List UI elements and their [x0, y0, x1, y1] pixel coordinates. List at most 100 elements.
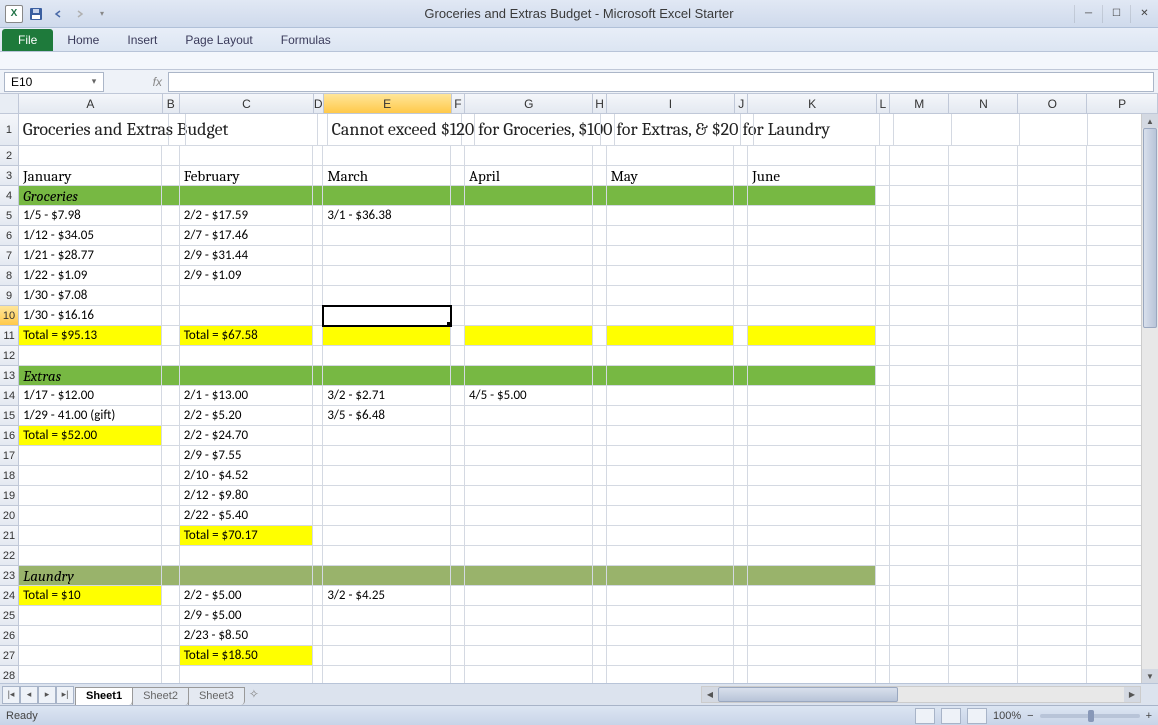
cell-O8[interactable] [1018, 266, 1087, 286]
cell-M27[interactable] [890, 646, 949, 666]
cell-L6[interactable] [876, 226, 890, 246]
cell-A13[interactable]: Extras [19, 366, 162, 386]
cell-H19[interactable] [593, 486, 607, 506]
cell-J23[interactable] [734, 566, 748, 586]
cell-D4[interactable] [313, 186, 323, 206]
cell-J20[interactable] [734, 506, 748, 526]
scroll-down-icon[interactable]: ▼ [1142, 669, 1158, 683]
cell-B25[interactable] [162, 606, 180, 626]
cell-C22[interactable] [180, 546, 314, 566]
cell-C4[interactable] [180, 186, 314, 206]
cell-G13[interactable] [465, 366, 593, 386]
cell-H11[interactable] [593, 326, 607, 346]
cell-F1[interactable] [462, 114, 476, 146]
cell-L11[interactable] [876, 326, 890, 346]
cell-A24[interactable]: Total = $10 [19, 586, 162, 606]
cell-M17[interactable] [890, 446, 949, 466]
cell-F19[interactable] [451, 486, 465, 506]
cell-F14[interactable] [451, 386, 465, 406]
row-header-12[interactable]: 12 [0, 346, 19, 366]
scroll-up-icon[interactable]: ▲ [1142, 114, 1158, 128]
cell-G25[interactable] [465, 606, 593, 626]
cell-M23[interactable] [890, 566, 949, 586]
cell-G7[interactable] [465, 246, 593, 266]
row-header-10[interactable]: 10 [0, 306, 19, 326]
cell-L1[interactable] [880, 114, 894, 146]
cell-K2[interactable] [748, 146, 876, 166]
cell-J21[interactable] [734, 526, 748, 546]
cell-D9[interactable] [313, 286, 323, 306]
col-header-P[interactable]: P [1087, 94, 1158, 113]
row-header-3[interactable]: 3 [0, 166, 19, 186]
cell-A7[interactable]: 1/21 - $28.77 [19, 246, 162, 266]
cell-G20[interactable] [465, 506, 593, 526]
cell-A6[interactable]: 1/12 - $34.05 [19, 226, 162, 246]
cell-E1[interactable]: Cannot exceed $120 for Groceries, $100 f… [328, 114, 462, 146]
cell-M15[interactable] [890, 406, 949, 426]
cell-E6[interactable] [323, 226, 451, 246]
cell-O25[interactable] [1018, 606, 1087, 626]
cell-D19[interactable] [313, 486, 323, 506]
row-header-1[interactable]: 1 [0, 114, 19, 146]
cell-K8[interactable] [748, 266, 876, 286]
cell-B13[interactable] [162, 366, 180, 386]
cell-N28[interactable] [949, 666, 1018, 683]
cell-A22[interactable] [19, 546, 162, 566]
cell-M16[interactable] [890, 426, 949, 446]
cell-H24[interactable] [593, 586, 607, 606]
cell-B8[interactable] [162, 266, 180, 286]
view-pagebreak-icon[interactable] [967, 708, 987, 724]
cell-B28[interactable] [162, 666, 180, 683]
row-header-16[interactable]: 16 [0, 426, 19, 446]
cell-M21[interactable] [890, 526, 949, 546]
cell-M4[interactable] [890, 186, 949, 206]
name-box[interactable]: E10 ▾ [4, 72, 104, 92]
cell-H14[interactable] [593, 386, 607, 406]
cell-F21[interactable] [451, 526, 465, 546]
cell-N7[interactable] [949, 246, 1018, 266]
cell-N11[interactable] [949, 326, 1018, 346]
cell-C20[interactable]: 2/22 - $5.40 [180, 506, 314, 526]
cell-L25[interactable] [876, 606, 890, 626]
cell-N25[interactable] [949, 606, 1018, 626]
cell-N3[interactable] [949, 166, 1018, 186]
cell-C26[interactable]: 2/23 - $8.50 [180, 626, 314, 646]
cell-G11[interactable] [465, 326, 593, 346]
cell-A4[interactable]: Groceries [19, 186, 162, 206]
row-header-25[interactable]: 25 [0, 606, 19, 626]
cell-O4[interactable] [1018, 186, 1087, 206]
cell-F5[interactable] [451, 206, 465, 226]
cell-K3[interactable]: June [748, 166, 876, 186]
cell-C19[interactable]: 2/12 - $9.80 [180, 486, 314, 506]
cell-D2[interactable] [313, 146, 323, 166]
cell-I15[interactable] [607, 406, 735, 426]
cell-E14[interactable]: 3/2 - $2.71 [323, 386, 451, 406]
row-header-2[interactable]: 2 [0, 146, 19, 166]
cell-N14[interactable] [949, 386, 1018, 406]
cell-F3[interactable] [451, 166, 465, 186]
cell-F10[interactable] [451, 306, 465, 326]
cell-O14[interactable] [1018, 386, 1087, 406]
cell-L16[interactable] [876, 426, 890, 446]
cell-N20[interactable] [949, 506, 1018, 526]
cell-E15[interactable]: 3/5 - $6.48 [323, 406, 451, 426]
tab-page-layout[interactable]: Page Layout [171, 29, 266, 51]
cell-E13[interactable] [323, 366, 451, 386]
cell-E16[interactable] [323, 426, 451, 446]
cell-D7[interactable] [313, 246, 323, 266]
cell-B6[interactable] [162, 226, 180, 246]
cell-B5[interactable] [162, 206, 180, 226]
cell-H2[interactable] [593, 146, 607, 166]
cell-F25[interactable] [451, 606, 465, 626]
cell-G9[interactable] [465, 286, 593, 306]
sheet-nav-prev-icon[interactable]: ◂ [20, 686, 38, 704]
cell-D15[interactable] [313, 406, 323, 426]
cell-K19[interactable] [748, 486, 876, 506]
cell-N1[interactable] [952, 114, 1020, 146]
cell-C10[interactable] [180, 306, 314, 326]
cell-N8[interactable] [949, 266, 1018, 286]
cell-A21[interactable] [19, 526, 162, 546]
cell-H3[interactable] [593, 166, 607, 186]
cell-J18[interactable] [734, 466, 748, 486]
cell-M24[interactable] [890, 586, 949, 606]
